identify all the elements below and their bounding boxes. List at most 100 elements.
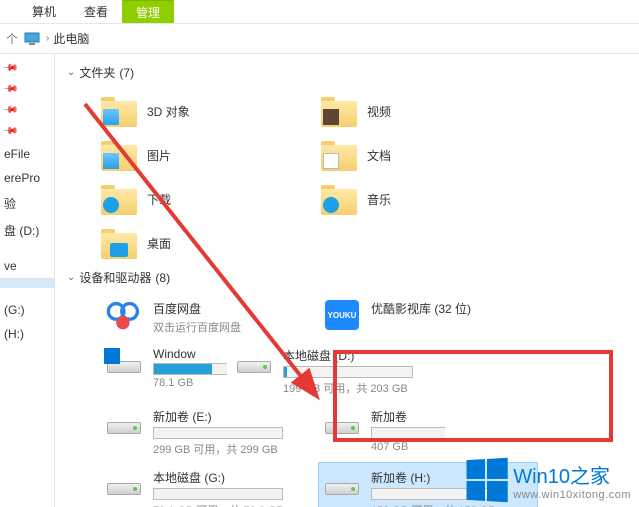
- sidebar-item[interactable]: 📌: [0, 79, 54, 100]
- sidebar-item[interactable]: [0, 278, 54, 288]
- tab-view[interactable]: 查看: [70, 0, 122, 23]
- pin-icon: 📌: [2, 102, 19, 119]
- drive-info: 新加卷 (E:)299 GB 可用，共 299 GB: [153, 408, 315, 457]
- folder-icon: [101, 227, 137, 259]
- tab-computer[interactable]: 算机: [18, 0, 70, 23]
- youku-icon: YOUKU: [323, 300, 361, 330]
- folder-item[interactable]: 文档: [321, 133, 541, 177]
- folder-icon: [321, 139, 357, 171]
- main-pane: ⌄ 文件夹 (7) 3D 对象 视频图片 文档下载 音乐桌面 ⌄ 设备和驱动器 (8)…: [55, 54, 639, 507]
- pin-icon: 📌: [2, 60, 19, 77]
- drive-progress: [153, 427, 283, 439]
- drive-progress: [371, 427, 445, 439]
- sidebar-item[interactable]: (H:): [0, 322, 54, 346]
- section-drives-count: (8): [155, 271, 170, 285]
- folder-item[interactable]: 桌面: [101, 221, 321, 265]
- drive-info: Window 78.1 GB: [153, 347, 227, 389]
- folder-icon: [101, 95, 137, 127]
- drive-sub: 299 GB 可用，共 299 GB: [153, 441, 315, 457]
- sidebar-item[interactable]: 📌: [0, 58, 54, 79]
- folder-icon: [321, 183, 357, 215]
- section-folders-header[interactable]: ⌄ 文件夹 (7): [67, 64, 639, 81]
- sidebar-item-label: (G:): [4, 303, 25, 317]
- sidebar-item[interactable]: eFile: [0, 142, 54, 166]
- chevron-down-icon: ⌄: [67, 272, 75, 283]
- drive-item[interactable]: 本地磁盘 (D:) 199 GB 可用，共 203 GB: [231, 341, 449, 402]
- folder-item[interactable]: 视频: [321, 89, 541, 133]
- sidebar-item[interactable]: 验: [0, 190, 54, 217]
- sidebar-item[interactable]: 📌: [0, 100, 54, 121]
- hdd-icon: [105, 469, 143, 499]
- drive-name: 本地磁盘 (D:): [283, 347, 445, 364]
- drive-progress: [153, 363, 227, 375]
- folder-icon: [101, 183, 137, 215]
- sidebar-item-label: ve: [4, 259, 17, 273]
- drive-name: 新加卷: [371, 408, 445, 425]
- drive-item[interactable]: YOUKU 优酷影视库 (32 位): [319, 294, 537, 341]
- breadcrumb-this-pc[interactable]: 此电脑: [53, 30, 89, 47]
- drive-info: 本地磁盘 (D:) 199 GB 可用，共 203 GB: [283, 347, 445, 396]
- drive-sub: 79.1 GB 可用，共 79.2 GB: [153, 502, 315, 507]
- drive-name: 优酷影视库 (32 位): [371, 300, 533, 317]
- folder-item[interactable]: 图片: [101, 133, 321, 177]
- drive-item[interactable]: Window 78.1 GB: [101, 341, 231, 402]
- watermark-title: Win10之家: [513, 460, 610, 489]
- drive-item[interactable]: 新加卷 407 GB: [319, 402, 449, 463]
- this-pc-icon: [24, 32, 40, 46]
- drive-item[interactable]: 本地磁盘 (G:)79.1 GB 可用，共 79.2 GB: [101, 463, 319, 507]
- hdd-icon: [105, 408, 143, 438]
- drive-info: 本地磁盘 (G:)79.1 GB 可用，共 79.2 GB: [153, 469, 315, 507]
- pin-icon: 📌: [2, 123, 19, 140]
- sidebar-item[interactable]: (G:): [0, 298, 54, 322]
- drive-progress: [283, 366, 413, 378]
- hdd-icon: [323, 469, 361, 499]
- win-icon: [105, 347, 143, 377]
- sidebar-item[interactable]: [0, 244, 54, 254]
- drive-info: 百度网盘双击运行百度网盘: [153, 300, 315, 335]
- tab-manage[interactable]: 管理: [122, 0, 174, 23]
- sidebar-item[interactable]: ve: [0, 254, 54, 278]
- folder-label: 桌面: [147, 235, 171, 252]
- folder-label: 文档: [367, 147, 391, 164]
- folder-label: 3D 对象: [147, 103, 190, 120]
- nav-up-text[interactable]: 个: [6, 30, 18, 47]
- drive-info: 新加卷 407 GB: [371, 408, 445, 453]
- drive-sub: 78.1 GB: [153, 377, 227, 389]
- drive-progress: [153, 488, 283, 500]
- folder-label: 图片: [147, 147, 171, 164]
- drive-sub: 407 GB: [371, 441, 445, 453]
- section-folders-count: (7): [119, 66, 134, 80]
- hdd-icon: [235, 347, 273, 377]
- folders-grid: 3D 对象 视频图片 文档下载 音乐桌面: [101, 89, 639, 265]
- drive-sub: 双击运行百度网盘: [153, 319, 315, 335]
- breadcrumb[interactable]: › 此电脑: [46, 30, 89, 47]
- sidebar-item[interactable]: 盘 (D:): [0, 217, 54, 244]
- drive-item[interactable]: 百度网盘双击运行百度网盘: [101, 294, 319, 341]
- drive-name: Window: [153, 347, 227, 361]
- drive-item[interactable]: 新加卷 (E:)299 GB 可用，共 299 GB: [101, 402, 319, 463]
- section-folders-title: 文件夹: [79, 64, 115, 81]
- sidebar-item[interactable]: erePro: [0, 166, 54, 190]
- drive-info: 优酷影视库 (32 位): [371, 300, 533, 319]
- windows-logo-icon: [467, 458, 508, 502]
- sidebar-item-label: (H:): [4, 327, 24, 341]
- sidebar-item[interactable]: [0, 288, 54, 298]
- sidebar-item-label: 盘 (D:): [4, 222, 39, 239]
- ribbon-tabs: 算机 查看 管理: [0, 0, 639, 24]
- sidebar-item-label: 验: [4, 195, 16, 212]
- watermark: Win10之家 www.win10xitong.com: [465, 459, 631, 501]
- folder-icon: [321, 95, 357, 127]
- hdd-icon: [323, 408, 361, 438]
- folder-item[interactable]: 音乐: [321, 177, 541, 221]
- baidu-icon: [105, 300, 143, 330]
- folder-item[interactable]: 下载: [101, 177, 321, 221]
- section-drives-title: 设备和驱动器: [79, 269, 151, 286]
- drive-sub: 199 GB 可用，共 203 GB: [283, 380, 445, 396]
- sidebar-item[interactable]: 📌: [0, 121, 54, 142]
- folder-icon: [101, 139, 137, 171]
- watermark-site: www.win10xitong.com: [513, 489, 631, 501]
- folder-label: 音乐: [367, 191, 391, 208]
- folder-label: 下载: [147, 191, 171, 208]
- folder-item[interactable]: 3D 对象: [101, 89, 321, 133]
- section-drives-header[interactable]: ⌄ 设备和驱动器 (8): [67, 269, 639, 286]
